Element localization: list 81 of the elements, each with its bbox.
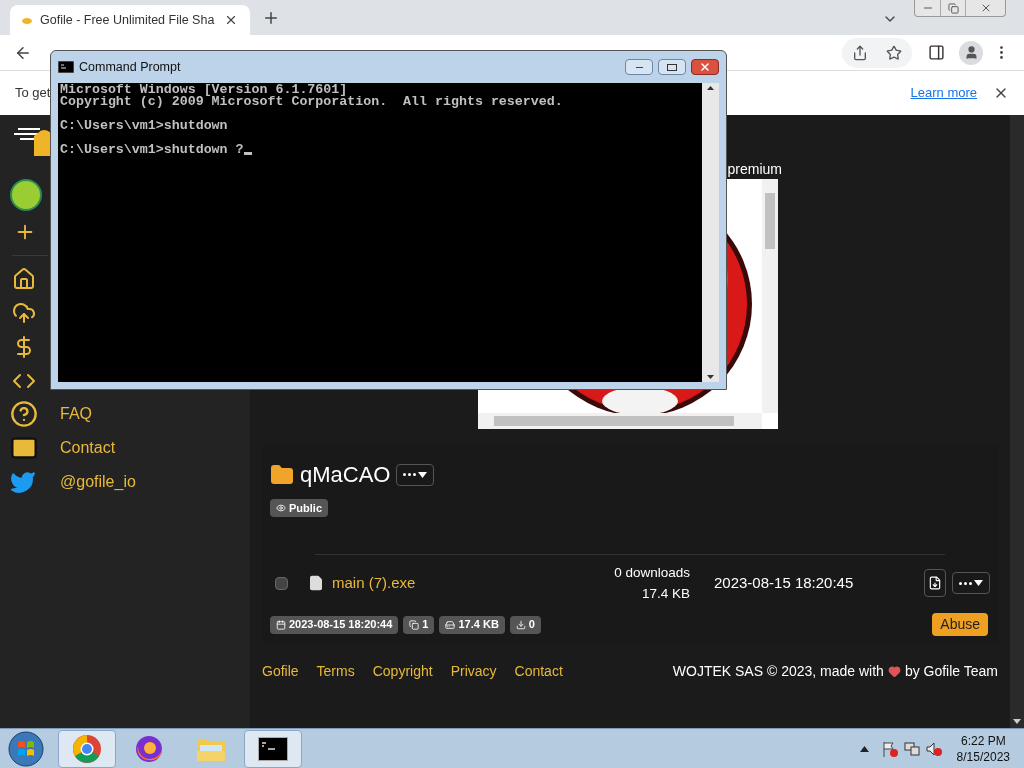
- download-icon: [515, 619, 526, 630]
- close-icon[interactable]: [224, 13, 238, 27]
- scroll-down-icon[interactable]: [1013, 719, 1021, 724]
- avatar[interactable]: [10, 179, 42, 211]
- console-line: C:\Users\vm1>shutdown ?: [60, 144, 244, 156]
- file-name-link[interactable]: main (7).exe: [332, 571, 416, 595]
- clock-time[interactable]: 6:22 PM: [960, 732, 1006, 749]
- side-panel-icon[interactable]: [928, 44, 945, 61]
- clock-date[interactable]: 8/15/2023: [956, 748, 1010, 765]
- upload-icon[interactable]: [11, 300, 37, 326]
- folder-name: qMaCAO: [300, 461, 391, 489]
- scroll-down-icon[interactable]: [707, 375, 714, 379]
- console-line: Copyright (c) 2009 Microsoft Corporation. All rights reserved.: [60, 96, 563, 108]
- folder-icon: [270, 462, 294, 487]
- star-icon[interactable]: [886, 44, 902, 61]
- public-badge: Public: [270, 499, 328, 517]
- premium-text: premium: [727, 161, 782, 177]
- scrollbar[interactable]: [1010, 115, 1024, 728]
- home-icon[interactable]: [11, 266, 37, 292]
- stat-text: 1: [422, 617, 429, 633]
- download-button[interactable]: [924, 569, 946, 597]
- scroll-up-icon[interactable]: [707, 86, 714, 90]
- share-icon[interactable]: [852, 44, 868, 61]
- copy-icon: [409, 619, 420, 630]
- credit-text: WOJTEK SAS © 2023, made with: [672, 662, 884, 681]
- caret-icon: [418, 471, 428, 478]
- help-icon: [10, 400, 38, 428]
- logo-icon[interactable]: [12, 125, 52, 159]
- chrome-icon: [72, 733, 102, 764]
- network-icon[interactable]: [902, 739, 921, 758]
- sidebar-link[interactable]: FAQ: [60, 402, 92, 426]
- row-checkbox[interactable]: [275, 576, 288, 590]
- caret-icon: [974, 580, 983, 586]
- profile-icon[interactable]: [959, 40, 983, 65]
- taskbar-app[interactable]: [244, 729, 302, 768]
- scrollbar[interactable]: [702, 83, 719, 382]
- sidebar-link[interactable]: @gofile_io: [60, 470, 136, 494]
- file-download-icon: [928, 576, 942, 590]
- browser-tab[interactable]: Gofile - Free Unlimited File Sha: [10, 5, 250, 35]
- stat-text: 17.4 KB: [458, 617, 499, 633]
- file-date: 2023-08-15 18:20:45: [714, 572, 855, 593]
- start-icon[interactable]: [6, 729, 46, 768]
- console-line: Microsoft Windows [Version 6.1.7601]: [60, 84, 348, 96]
- dots-icon: [959, 581, 972, 585]
- cloud-icon: [22, 16, 32, 24]
- console-line: C:\Users\vm1>shutdown: [60, 120, 228, 132]
- new-tab-icon[interactable]: [262, 9, 280, 27]
- stat-text: 0: [528, 617, 535, 633]
- calendar-icon: [276, 619, 286, 630]
- footer-link[interactable]: Terms: [316, 661, 355, 682]
- fox-icon: [134, 733, 164, 764]
- footer-link[interactable]: Privacy: [450, 661, 497, 682]
- footer-link[interactable]: Contact: [514, 661, 563, 682]
- download-count: 0 downloads: [614, 564, 690, 582]
- learn-more-link[interactable]: Learn more: [910, 83, 977, 103]
- footer-link[interactable]: Gofile: [262, 661, 299, 682]
- scrollbar[interactable]: [762, 179, 778, 413]
- sidebar-link[interactable]: Contact: [60, 436, 116, 460]
- close-icon[interactable]: [691, 59, 719, 75]
- console-icon: [58, 61, 74, 73]
- file-size: 17.4 KB: [641, 585, 690, 603]
- bird-icon: [10, 469, 36, 495]
- minimize-icon[interactable]: [625, 59, 653, 75]
- abuse-button[interactable]: Abuse: [932, 613, 988, 636]
- folder-menu-button[interactable]: [396, 463, 435, 486]
- drive-icon: [445, 619, 456, 630]
- maximize-icon[interactable]: [658, 59, 686, 75]
- credit-text: by Gofile Team: [904, 662, 998, 681]
- file-icon: [308, 575, 324, 591]
- tab-title: Gofile - Free Unlimited File Sha: [40, 11, 216, 29]
- scrollbar[interactable]: [478, 413, 762, 429]
- footer-link[interactable]: Copyright: [372, 661, 433, 682]
- show-hidden-icon[interactable]: [859, 745, 869, 752]
- window-title: Command Prompt: [79, 58, 181, 76]
- dots-icon: [403, 473, 417, 476]
- heart-icon: [887, 665, 901, 678]
- file-menu-button[interactable]: [952, 572, 990, 594]
- stat-text: 2023-08-15 18:20:44: [289, 617, 393, 633]
- flag-icon[interactable]: [880, 739, 899, 758]
- infobar-text: To get: [15, 84, 51, 103]
- console-icon: [258, 736, 288, 761]
